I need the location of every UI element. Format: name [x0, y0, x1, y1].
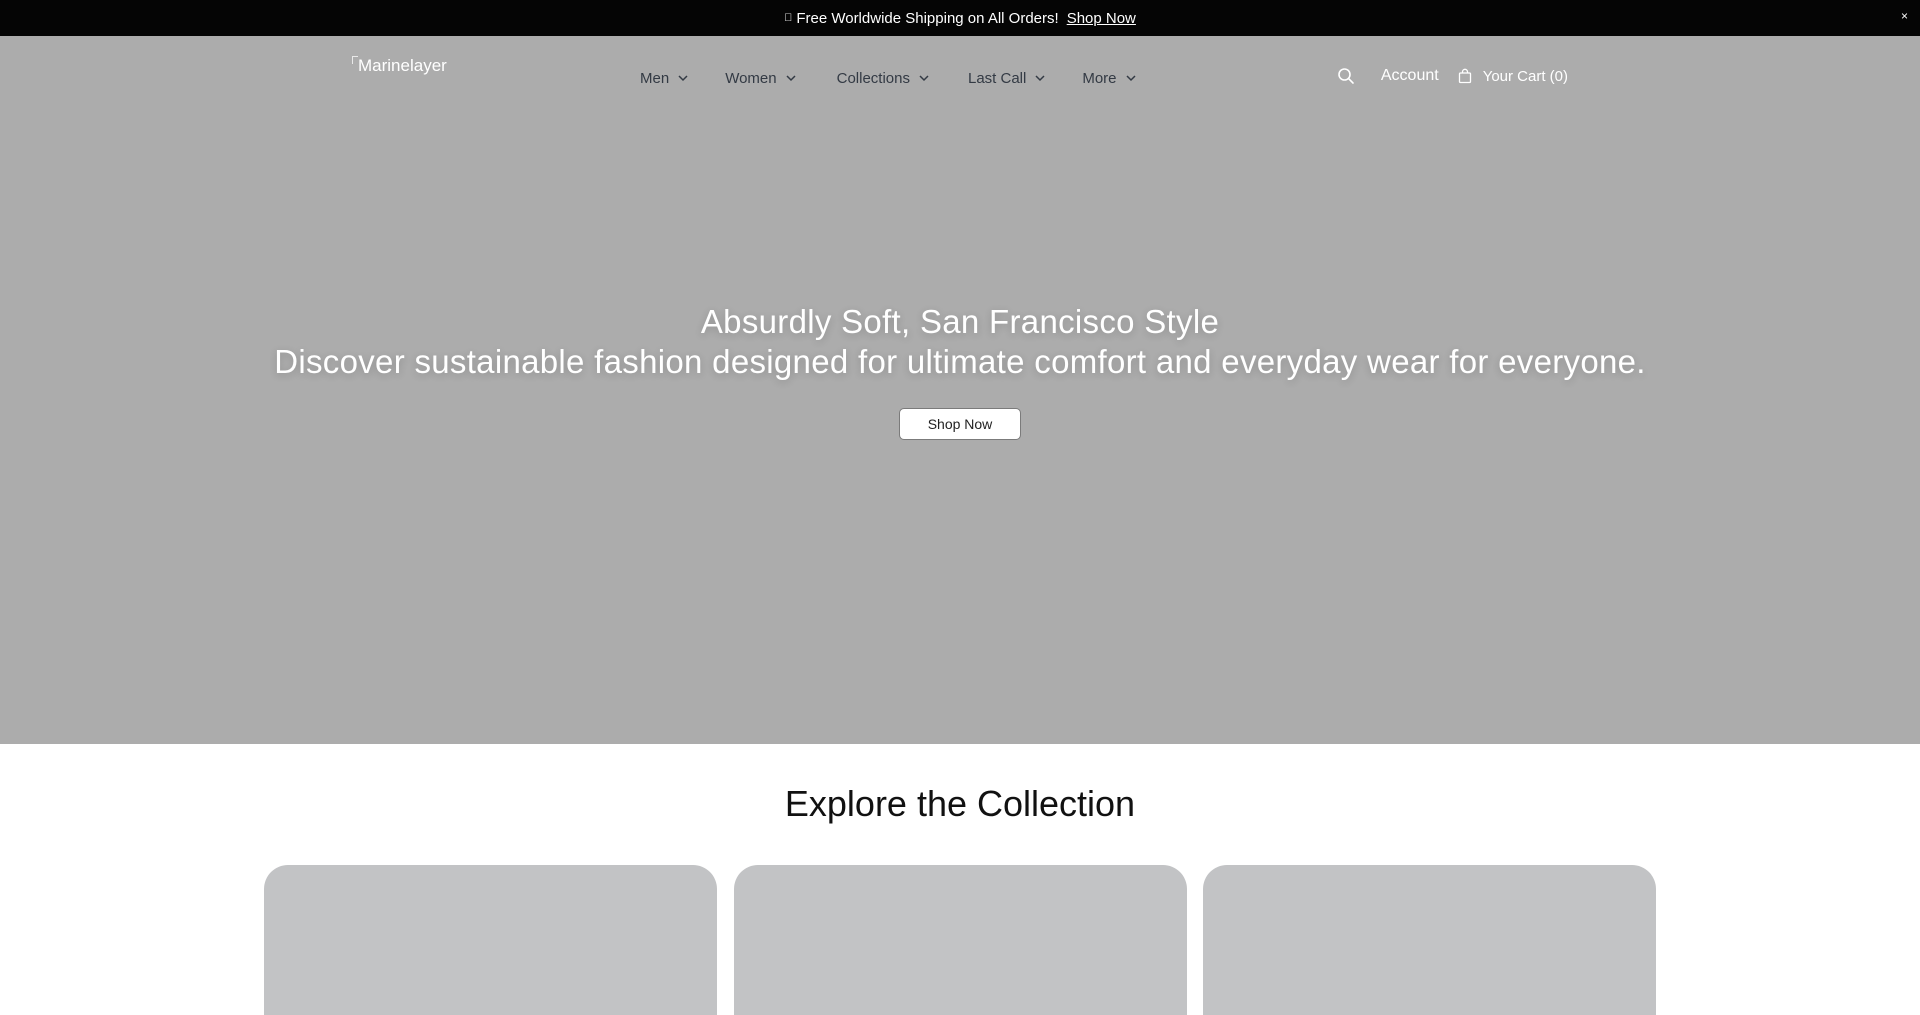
hero-title: Absurdly Soft, San Francisco Style	[700, 303, 1220, 340]
nav-item-men[interactable]: Men	[640, 66, 689, 90]
broken-image-icon	[352, 56, 358, 64]
account-link[interactable]: Account	[1381, 67, 1439, 85]
chevron-down-icon	[678, 75, 688, 82]
cart-button[interactable]: Your Cart (0)	[1457, 68, 1568, 85]
chevron-down-icon	[1126, 75, 1136, 82]
main-nav: Men Women Collections Last Call More	[640, 66, 1175, 90]
announcement-bar:  Free Worldwide Shipping on All Orders!…	[0, 0, 1920, 36]
shipping-icon: 	[784, 12, 792, 24]
chevron-down-icon	[919, 75, 929, 82]
close-icon[interactable]: ×	[1901, 9, 1908, 23]
nav-item-label: Collections	[836, 69, 910, 87]
header-actions: Account Your Cart (0)	[1337, 64, 1568, 88]
cart-label: Your Cart (0)	[1482, 67, 1568, 85]
hero-subtitle: Discover sustainable fashion designed fo…	[274, 343, 1646, 380]
search-icon[interactable]	[1337, 67, 1355, 85]
logo[interactable]: Marinelayer	[352, 56, 447, 76]
hero-section: Marinelayer Men Women Collections Last C…	[0, 36, 1920, 744]
nav-item-collections[interactable]: Collections	[837, 66, 930, 90]
nav-item-label: Last Call	[967, 69, 1027, 87]
hero-text: Absurdly Soft, San Francisco Style Disco…	[0, 302, 1920, 382]
announcement-shop-now-link[interactable]: Shop Now	[1067, 10, 1136, 27]
explore-title: Explore the Collection	[784, 783, 1136, 824]
chevron-down-icon	[786, 75, 796, 82]
nav-item-last-call[interactable]: Last Call	[968, 66, 1046, 90]
nav-item-label: Women	[725, 69, 777, 87]
nav-item-women[interactable]: Women	[725, 66, 796, 90]
nav-item-label: More	[1082, 69, 1117, 87]
nav-item-more[interactable]: More	[1082, 66, 1136, 90]
chevron-down-icon	[1035, 75, 1045, 82]
announcement-text: Free Worldwide Shipping on All Orders!	[792, 9, 1058, 27]
nav-item-label: Men	[640, 69, 670, 87]
logo-alt-text: Marinelayer	[358, 56, 447, 75]
bag-icon	[1458, 68, 1471, 84]
hero-shop-now-button[interactable]: Shop Now	[899, 408, 1021, 440]
